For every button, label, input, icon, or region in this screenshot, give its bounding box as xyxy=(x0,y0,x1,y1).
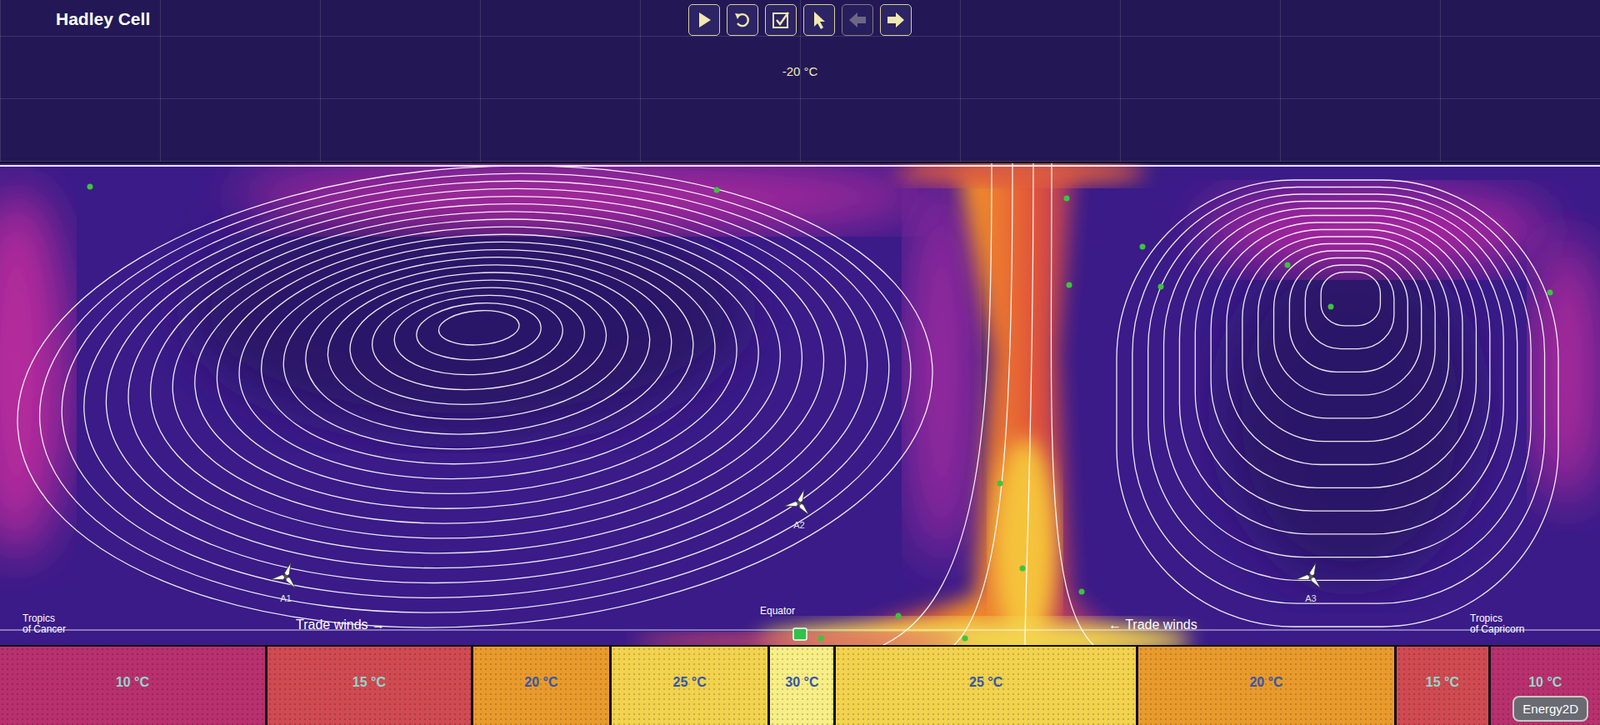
ground: 10 °C15 °C20 °C25 °C30 °C25 °C20 °C15 °C… xyxy=(0,645,1600,725)
play-icon xyxy=(693,9,715,31)
simulation-canvas: A1 A2 A3 Trade winds → ← Trade winds Equator T… xyxy=(0,163,1600,645)
ground-segment[interactable]: 10 °C xyxy=(0,646,265,725)
particle xyxy=(714,187,720,194)
particle xyxy=(1285,262,1291,269)
anemometer[interactable]: A3 xyxy=(1294,560,1328,604)
forward-icon xyxy=(885,9,907,31)
tropics-label: Tropicsof Capricorn xyxy=(1470,613,1525,635)
brand-badge: Energy2D xyxy=(1512,695,1589,722)
particle xyxy=(1328,304,1335,310)
anemometer[interactable]: A1 xyxy=(269,560,303,604)
particle xyxy=(1066,282,1073,289)
anemometer-label: A1 xyxy=(280,593,291,604)
app-window: Hadley Cell -20 °C A1 A2 A3 Trade winds → ← Tr… xyxy=(0,0,1600,725)
particle xyxy=(1158,284,1165,290)
sensor-icon[interactable] xyxy=(793,628,807,640)
back-icon xyxy=(846,9,869,31)
pointer-button[interactable] xyxy=(803,4,835,36)
ground-segment[interactable]: 20 °C xyxy=(1138,646,1395,725)
sky-area: Hadley Cell -20 °C xyxy=(0,0,1600,164)
ground-segment[interactable]: 20 °C xyxy=(473,646,610,725)
anemometer-label: A2 xyxy=(793,520,805,530)
window-title: Hadley Cell xyxy=(0,4,689,30)
trade-winds-label: Trade winds → xyxy=(295,617,385,633)
particle xyxy=(997,480,1004,487)
particle xyxy=(1547,290,1554,296)
pointer-icon xyxy=(808,9,830,31)
reset-icon xyxy=(731,9,754,31)
particle xyxy=(1079,589,1085,595)
ground-segment[interactable]: 25 °C xyxy=(835,646,1135,725)
ground-segment[interactable]: 30 °C xyxy=(770,646,834,725)
checkbox-icon xyxy=(770,9,792,31)
anemometer-label: A3 xyxy=(1305,593,1316,604)
toolbar xyxy=(688,4,912,36)
ground-segment[interactable]: 15 °C xyxy=(1396,646,1489,725)
ground-segment[interactable]: 25 °C xyxy=(611,646,769,725)
streamlines xyxy=(0,163,1600,645)
particle xyxy=(895,613,902,620)
tropics-label: Tropicsof Cancer xyxy=(22,613,66,635)
anemometer-icon xyxy=(782,486,816,520)
anemometer-icon xyxy=(269,560,303,594)
particle xyxy=(1020,565,1026,572)
trade-winds-label: ← Trade winds xyxy=(1108,617,1198,633)
reset-button[interactable] xyxy=(726,4,759,36)
particle xyxy=(818,635,825,642)
equator-label: Equator xyxy=(760,605,795,617)
particle xyxy=(962,635,969,642)
particle xyxy=(1140,244,1146,250)
atmosphere-drawing xyxy=(0,163,1600,645)
ground-segment[interactable]: 15 °C xyxy=(267,646,471,725)
forward-button[interactable] xyxy=(880,4,912,36)
particle xyxy=(1064,195,1070,202)
particle xyxy=(87,184,94,190)
back-button[interactable] xyxy=(841,4,874,36)
play-button[interactable] xyxy=(688,4,720,36)
check-button[interactable] xyxy=(765,4,797,36)
temperature-field xyxy=(0,163,1600,645)
sky-temperature: -20 °C xyxy=(0,64,1600,79)
anemometer[interactable]: A2 xyxy=(782,486,816,530)
anemometer-icon xyxy=(1294,560,1328,594)
header: Hadley Cell xyxy=(0,0,1600,36)
